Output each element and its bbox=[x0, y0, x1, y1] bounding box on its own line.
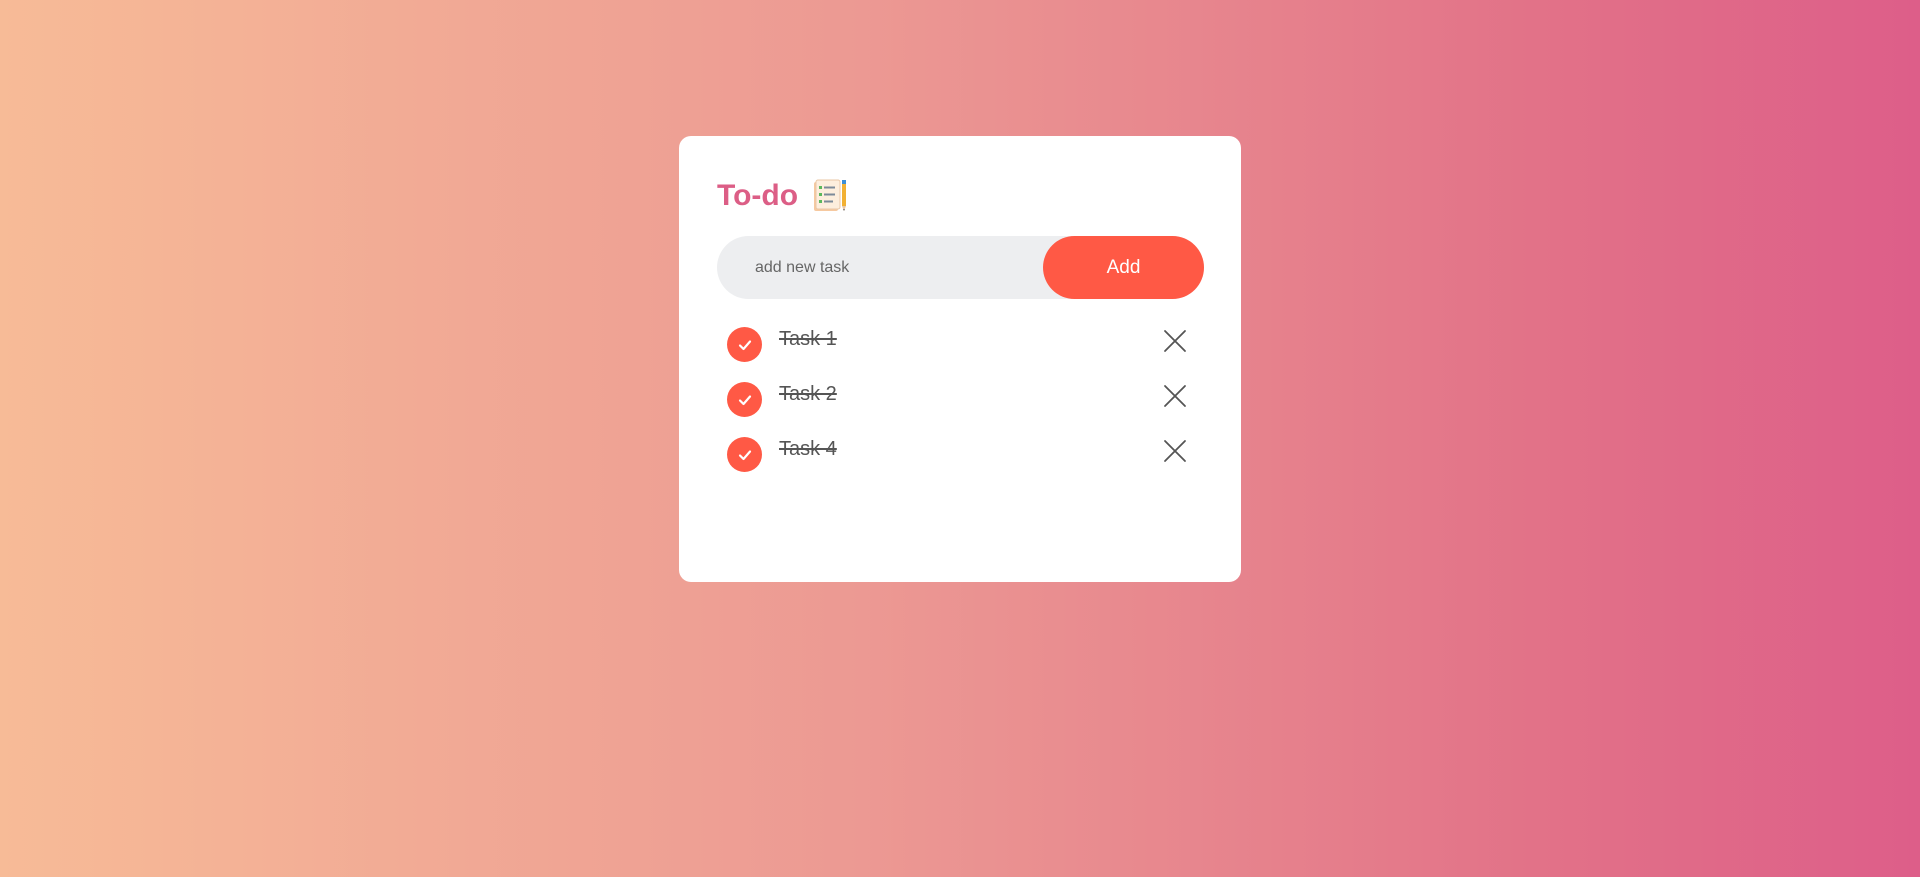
close-icon[interactable] bbox=[1163, 329, 1187, 353]
checked-icon[interactable] bbox=[727, 382, 762, 417]
new-task-input[interactable] bbox=[717, 236, 1043, 299]
header: To-do bbox=[717, 174, 1204, 218]
checked-icon[interactable] bbox=[727, 327, 762, 362]
checked-icon[interactable] bbox=[727, 437, 762, 472]
task-label: Task 2 bbox=[779, 383, 837, 405]
new-task-row: Add bbox=[717, 236, 1204, 299]
add-button[interactable]: Add bbox=[1043, 236, 1204, 299]
notepad-icon bbox=[812, 178, 848, 214]
close-icon[interactable] bbox=[1163, 439, 1187, 463]
task-item[interactable]: Task 1 bbox=[717, 327, 1204, 382]
task-item[interactable]: Task 2 bbox=[717, 382, 1204, 437]
task-label: Task 4 bbox=[779, 438, 837, 460]
close-icon[interactable] bbox=[1163, 384, 1187, 408]
task-list: Task 1 Task 2 Task 4 bbox=[717, 327, 1204, 492]
app-title: To-do bbox=[717, 179, 799, 212]
task-label: Task 1 bbox=[779, 328, 837, 350]
task-item[interactable]: Task 4 bbox=[717, 437, 1204, 492]
todo-card: To-do Add T bbox=[679, 136, 1241, 582]
